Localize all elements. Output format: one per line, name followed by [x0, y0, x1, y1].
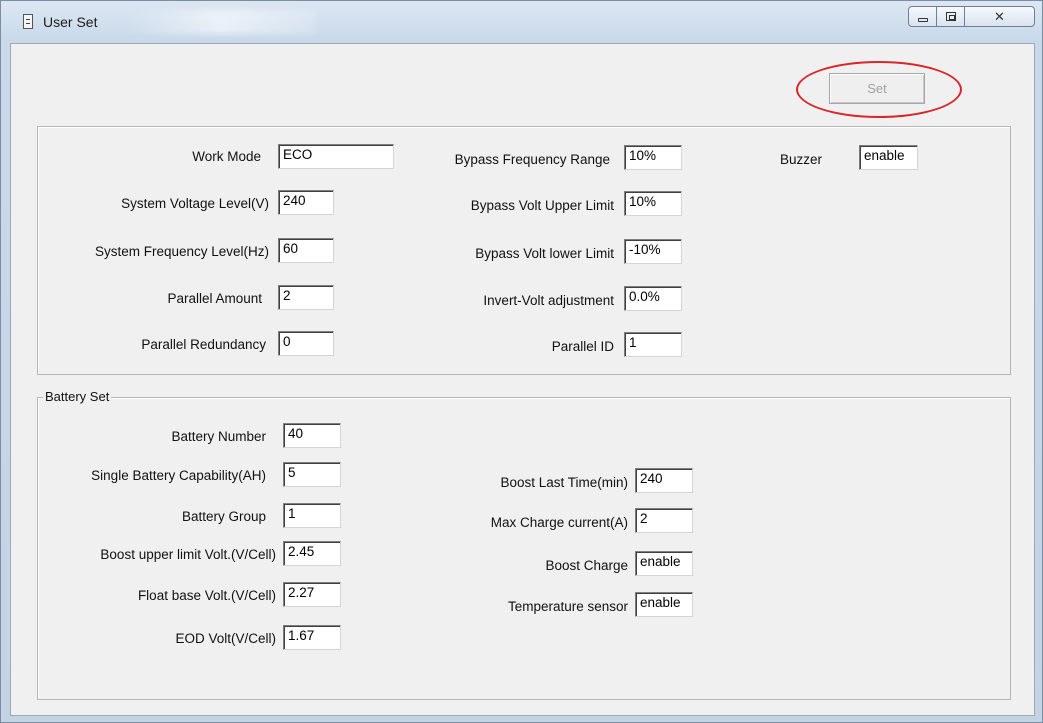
battery-number-label: Battery Number — [171, 429, 266, 444]
invert-volt-adjustment-field[interactable]: 0.0% — [624, 286, 682, 311]
boost-upper-limit-volt-field[interactable]: 2.45 — [283, 541, 341, 566]
bypass-volt-upper-limit-field[interactable]: 10% — [624, 191, 682, 216]
buzzer-field[interactable]: enable — [859, 145, 918, 170]
parallel-amount-label: Parallel Amount — [167, 291, 262, 306]
close-button[interactable]: ✕ — [965, 7, 1034, 26]
battery-group-field[interactable]: 1 — [283, 503, 341, 528]
parallel-redundancy-field[interactable]: 0 — [278, 331, 334, 356]
boost-charge-label: Boost Charge — [545, 558, 628, 573]
minimize-button[interactable] — [909, 7, 937, 26]
window-controls: ✕ — [908, 6, 1035, 27]
close-icon: ✕ — [994, 9, 1005, 24]
boost-last-time-field[interactable]: 240 — [635, 468, 693, 493]
boost-last-time-label: Boost Last Time(min) — [500, 475, 628, 490]
work-mode-label: Work Mode — [192, 149, 261, 164]
user-set-window: User Set ✕ Set Work Mode ECO System Volt… — [0, 0, 1043, 723]
minimize-icon — [917, 17, 928, 22]
system-frequency-level-label: System Frequency Level(Hz) — [94, 244, 269, 259]
float-base-volt-field[interactable]: 2.27 — [283, 582, 341, 607]
bypass-volt-lower-limit-label: Bypass Volt lower Limit — [475, 246, 614, 261]
battery-number-field[interactable]: 40 — [283, 423, 341, 448]
maximize-icon — [945, 12, 956, 21]
parallel-amount-field[interactable]: 2 — [278, 285, 334, 310]
temperature-sensor-label: Temperature sensor — [507, 599, 628, 614]
buzzer-label: Buzzer — [779, 152, 822, 167]
system-voltage-level-label: System Voltage Level(V) — [121, 196, 269, 211]
bypass-volt-lower-limit-field[interactable]: -10% — [624, 239, 682, 264]
battery-group-label: Battery Group — [181, 509, 266, 524]
battery-set-group-title: Battery Set — [43, 389, 112, 404]
boost-upper-limit-volt-label: Boost upper limit Volt.(V/Cell) — [100, 547, 276, 562]
boost-charge-field[interactable]: enable — [635, 551, 693, 576]
bypass-frequency-range-label: Bypass Frequency Range — [454, 152, 610, 167]
system-frequency-level-field[interactable]: 60 — [278, 238, 334, 263]
max-charge-current-label: Max Charge current(A) — [490, 515, 628, 530]
title-bar[interactable]: User Set ✕ — [1, 1, 1042, 43]
parallel-id-field[interactable]: 1 — [624, 332, 682, 357]
single-battery-capability-field[interactable]: 5 — [283, 462, 341, 487]
bypass-volt-upper-limit-label: Bypass Volt Upper Limit — [470, 198, 614, 213]
set-button[interactable]: Set — [829, 73, 925, 104]
max-charge-current-field[interactable]: 2 — [635, 508, 693, 533]
parallel-redundancy-label: Parallel Redundancy — [141, 337, 266, 352]
document-icon — [23, 14, 33, 29]
invert-volt-adjustment-label: Invert-Volt adjustment — [483, 293, 614, 308]
title-blur-overlay — [126, 10, 316, 34]
maximize-button[interactable] — [937, 7, 965, 26]
temperature-sensor-field[interactable]: enable — [635, 592, 693, 617]
work-mode-field[interactable]: ECO — [278, 144, 394, 169]
system-voltage-level-field[interactable]: 240 — [278, 190, 334, 215]
window-title: User Set — [43, 14, 98, 30]
parallel-id-label: Parallel ID — [551, 339, 614, 354]
single-battery-capability-label: Single Battery Capability(AH) — [91, 468, 266, 483]
eod-volt-field[interactable]: 1.67 — [283, 625, 341, 650]
bypass-frequency-range-field[interactable]: 10% — [624, 145, 682, 170]
float-base-volt-label: Float base Volt.(V/Cell) — [137, 588, 276, 603]
eod-volt-label: EOD Volt(V/Cell) — [175, 631, 276, 646]
